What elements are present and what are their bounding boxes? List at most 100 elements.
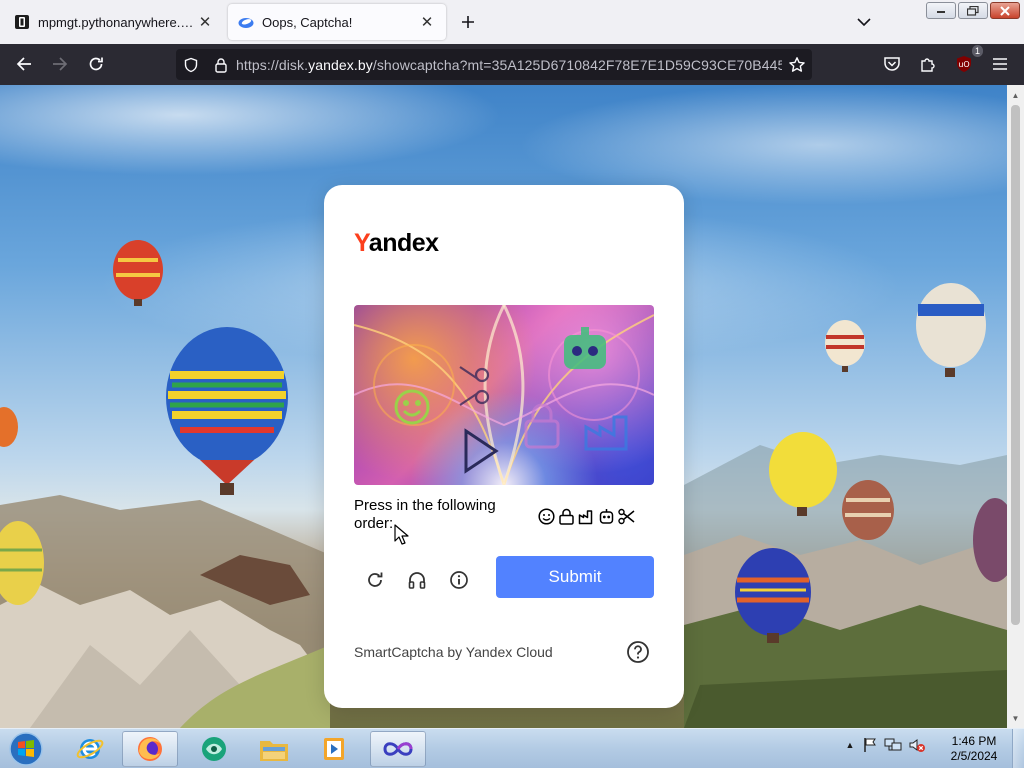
restore-icon: [967, 5, 979, 16]
help-icon[interactable]: [626, 640, 650, 664]
tab-title: Oops, Captcha!: [262, 14, 353, 30]
image-smiley-icon: [394, 389, 430, 425]
scroll-up-icon[interactable]: ▲: [1007, 87, 1024, 103]
pythonanywhere-icon: [15, 15, 29, 29]
navigation-toolbar: https://disk.yandex.by/showcaptcha?mt=35…: [0, 44, 1024, 85]
url-path: /showcaptcha?mt=35A125D6710842F78E7E1D59…: [372, 56, 782, 73]
reload-icon: [89, 57, 103, 71]
app-infinity-icon: [383, 742, 413, 756]
taskbar-internet-explorer[interactable]: [62, 731, 118, 767]
svg-text:uO: uO: [958, 60, 969, 69]
minimize-button[interactable]: [926, 2, 956, 19]
page-scrollbar[interactable]: ▲ ▼: [1007, 85, 1024, 728]
forward-button[interactable]: [46, 50, 74, 78]
extensions-button[interactable]: [914, 50, 942, 78]
pocket-icon: [884, 57, 900, 71]
volume-muted-icon[interactable]: [908, 737, 926, 753]
scroll-down-icon[interactable]: ▼: [1007, 710, 1024, 726]
back-button[interactable]: [10, 50, 38, 78]
window-controls: [926, 2, 1020, 19]
balloon-striped-right: [842, 480, 894, 540]
url-bar[interactable]: https://disk.yandex.by/showcaptcha?mt=35…: [176, 49, 812, 80]
balloon-small-left: [113, 240, 163, 306]
show-desktop-button[interactable]: [1012, 729, 1024, 768]
windows-taskbar: ▲ 1:46 PM 2/5/2024: [0, 728, 1024, 768]
app-menu-button[interactable]: [986, 50, 1014, 78]
extension-badge: 1: [971, 45, 983, 57]
internet-explorer-icon: [76, 739, 104, 759]
action-center-flag-icon[interactable]: [862, 737, 878, 753]
balloon-large-left: [166, 327, 288, 495]
puzzle-icon: [921, 58, 935, 72]
taskbar-media-player[interactable]: [306, 731, 362, 767]
chevron-down-icon: [857, 18, 871, 27]
start-button[interactable]: [6, 731, 46, 767]
app-green-icon: [202, 737, 226, 761]
headphones-icon: [408, 572, 426, 589]
firefox-icon: [138, 737, 162, 761]
ublock-origin-button[interactable]: uO 1: [950, 45, 983, 78]
taskbar-app-infinity[interactable]: [370, 731, 426, 767]
captcha-info-button[interactable]: [445, 566, 473, 594]
arrow-left-icon: [16, 57, 31, 71]
captcha-challenge-image: [354, 305, 654, 485]
smiley-icon: [537, 507, 556, 525]
info-icon: [450, 571, 468, 589]
captcha-order-icons: [537, 507, 636, 525]
mouse-cursor-icon: [394, 524, 409, 545]
new-tab-button[interactable]: [456, 10, 480, 34]
close-window-button[interactable]: [990, 2, 1020, 19]
arrow-right-icon: [53, 57, 68, 71]
pocket-button[interactable]: [878, 50, 906, 78]
captcha-instruction: Press in the following order:: [354, 497, 496, 532]
tracking-protection-icon[interactable]: [176, 49, 206, 80]
url-text[interactable]: https://disk.yandex.by/showcaptcha?mt=35…: [236, 57, 782, 73]
bookmark-star-icon[interactable]: [782, 49, 812, 80]
url-prefix: https://disk.: [236, 56, 309, 73]
image-robot-icon: [564, 327, 606, 369]
restore-button[interactable]: [958, 2, 988, 19]
network-icon[interactable]: [884, 737, 902, 753]
show-hidden-icons-icon[interactable]: ▲: [844, 740, 856, 750]
clock-time: 1:46 PM: [951, 734, 997, 748]
balloon-edge-left: [0, 407, 18, 447]
factory-icon: [577, 507, 596, 525]
audio-captcha-button[interactable]: [403, 566, 431, 594]
captcha-image[interactable]: [354, 305, 654, 485]
submit-button[interactable]: Submit: [496, 556, 654, 598]
yandex-disk-icon: [238, 18, 254, 28]
tab-captcha[interactable]: Oops, Captcha! ✕: [228, 4, 446, 40]
robot-icon: [597, 507, 616, 525]
balloon-right-2: [916, 283, 986, 377]
minimize-icon: [937, 10, 945, 13]
balloon-right-1: [825, 320, 865, 372]
smartcaptcha-footer[interactable]: SmartCaptcha by Yandex Cloud: [354, 644, 553, 660]
scrollbar-thumb[interactable]: [1011, 105, 1020, 625]
taskbar-explorer[interactable]: [246, 731, 302, 767]
close-icon: [1000, 5, 1010, 16]
captcha-card: Yandex Press in the following order: Sub…: [324, 185, 684, 708]
yandex-logo: Yandex: [354, 229, 439, 257]
tab-pythonanywhere[interactable]: mpmgt.pythonanywhere.com/ ✕: [4, 4, 224, 40]
clock-date: 2/5/2024: [950, 749, 998, 763]
reload-button[interactable]: [82, 50, 110, 78]
taskbar-clock[interactable]: 1:46 PM 2/5/2024: [944, 734, 1004, 764]
explorer-icon: [260, 741, 288, 761]
image-factory-icon: [584, 415, 628, 451]
lock-icon[interactable]: [206, 49, 236, 80]
taskbar-app-green[interactable]: [186, 731, 242, 767]
close-tab-icon[interactable]: ✕: [196, 13, 214, 31]
scissors-icon: [617, 507, 636, 525]
ublock-shield-icon: uO: [957, 56, 971, 72]
close-tab-icon[interactable]: ✕: [418, 13, 436, 31]
hamburger-menu-icon: [993, 58, 1007, 70]
system-tray: ▲: [844, 737, 926, 753]
refresh-captcha-button[interactable]: [361, 566, 389, 594]
tab-strip: mpmgt.pythonanywhere.com/ ✕ Oops, Captch…: [0, 0, 1024, 44]
list-all-tabs-button[interactable]: [852, 10, 876, 34]
refresh-icon: [368, 572, 383, 587]
image-lock-icon: [524, 403, 560, 449]
url-host: yandex.by: [308, 56, 373, 73]
tab-title: mpmgt.pythonanywhere.com/: [38, 14, 196, 30]
taskbar-firefox[interactable]: [122, 731, 178, 767]
